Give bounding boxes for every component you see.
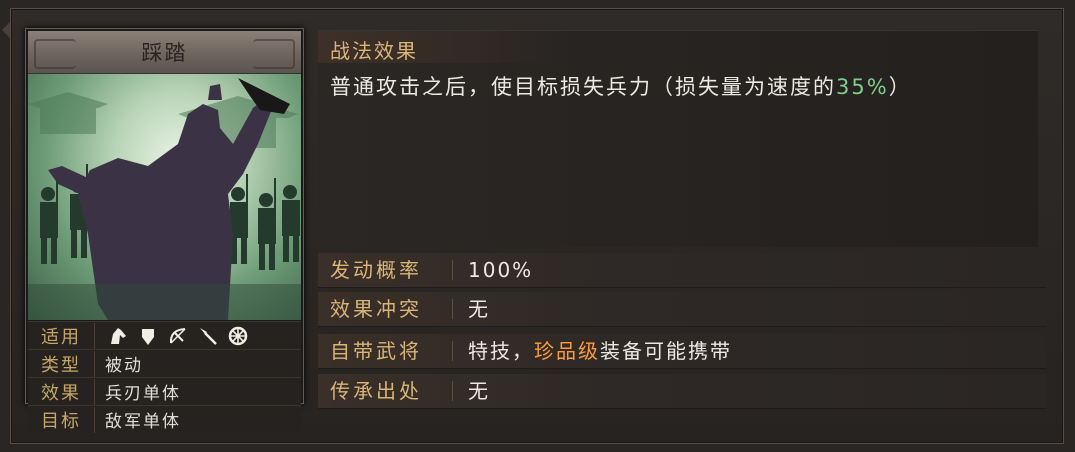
shield-icon — [137, 325, 159, 347]
innate-general-suffix: 装备可能携带 — [600, 339, 732, 363]
row-effect: 效果 兵刃单体 — [28, 377, 301, 405]
effect-header: 战法效果 — [318, 31, 568, 63]
applicable-troop-icons — [95, 325, 249, 347]
inherit-source-value: 无 — [468, 379, 490, 403]
effect-text: 普通攻击之后，使目标损失兵力（损失量为速度的35%） — [330, 71, 912, 101]
effect-text-value: 35% — [836, 75, 889, 99]
row-type-label: 类型 — [28, 350, 95, 377]
skill-artwork — [28, 74, 301, 320]
innate-general-prefix: 特技， — [468, 339, 534, 363]
divider — [452, 260, 453, 280]
attr-innate-general: 自带武将 特技，珍品级装备可能携带 — [318, 334, 1046, 369]
divider — [452, 341, 453, 361]
row-effect-value: 兵刃单体 — [105, 384, 181, 404]
cavalry-icon — [107, 325, 129, 347]
effect-header-label: 战法效果 — [330, 39, 418, 63]
effect-conflict-label: 效果冲突 — [330, 297, 422, 321]
effect-conflict-value: 无 — [468, 297, 490, 321]
skill-card: 踩踏 适用 类型 被动 效果 兵刃单体 目标 敌军单体 — [25, 28, 304, 433]
spear-icon — [197, 325, 219, 347]
bow-icon — [167, 325, 189, 347]
effect-text-main: 普通攻击之后，使目标损失兵力（损失量为速度的 — [330, 75, 836, 99]
attr-inherit-source: 传承出处 无 — [318, 374, 1046, 409]
innate-general-label: 自带武将 — [330, 339, 422, 363]
row-type: 类型 被动 — [28, 349, 301, 377]
row-type-value: 被动 — [105, 356, 143, 376]
row-target-label: 目标 — [28, 406, 95, 433]
siege-icon — [227, 325, 249, 347]
row-applicable: 适用 — [28, 321, 301, 349]
warrior-silhouette-art — [28, 78, 301, 320]
row-target-value: 敌军单体 — [105, 412, 181, 432]
inherit-source-label: 传承出处 — [330, 379, 422, 403]
trigger-rate-label: 发动概率 — [330, 258, 422, 282]
trigger-rate-value: 100% — [468, 258, 534, 282]
attr-trigger-rate: 发动概率 100% — [318, 253, 1046, 288]
panel-pointer — [2, 22, 10, 38]
row-effect-label: 效果 — [28, 378, 95, 405]
effect-text-end: ） — [888, 75, 912, 99]
skill-info-rows: 适用 类型 被动 效果 兵刃单体 目标 敌军单体 — [28, 321, 301, 433]
row-target: 目标 敌军单体 — [28, 405, 301, 433]
skill-title-banner: 踩踏 — [28, 31, 301, 74]
skill-name: 踩踏 — [141, 41, 188, 65]
effect-description-box: 战法效果 普通攻击之后，使目标损失兵力（损失量为速度的35%） — [318, 30, 1038, 247]
attr-effect-conflict: 效果冲突 无 — [318, 292, 1046, 327]
divider — [452, 299, 453, 319]
divider — [452, 381, 453, 401]
rarity-tag: 珍品级 — [534, 339, 600, 363]
row-applicable-label: 适用 — [28, 322, 95, 349]
innate-general-value: 特技，珍品级装备可能携带 — [468, 334, 732, 368]
